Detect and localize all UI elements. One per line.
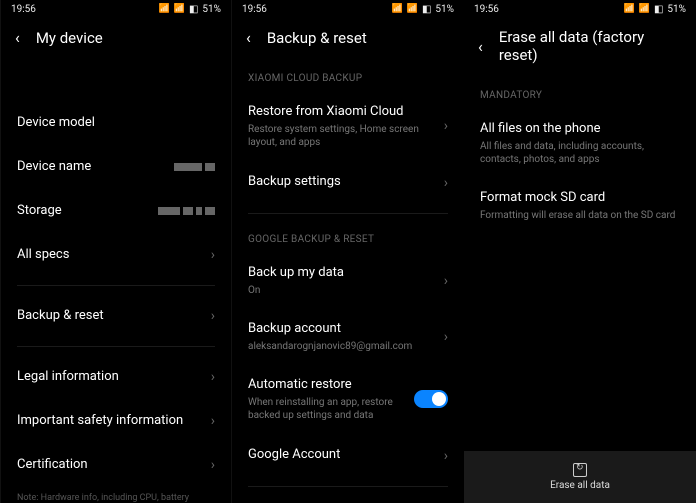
chevron-right-icon: › [444,118,448,134]
signal-icon: 📶 [159,4,170,14]
section-personal: PERSONAL DATA [248,495,448,503]
battery-icon: ◧ [189,4,198,15]
status-bar: 19:56 📶 📶 ◧ 51% [232,0,464,18]
status-time: 19:56 [474,4,499,15]
status-icons: 📶 📶 ◧ 51% [392,4,454,15]
header: ‹ Backup & reset [232,18,464,61]
erase-all-data-button[interactable]: Erase all data [464,451,696,503]
row-restore-xiaomi[interactable]: Restore from Xiaomi Cloud Restore system… [248,92,448,161]
row-google-account[interactable]: Google Account › [248,434,448,478]
page-title: Erase all data (factory reset) [499,28,682,64]
chevron-right-icon: › [444,273,448,289]
reset-icon [573,463,587,477]
status-time: 19:56 [11,4,36,15]
chevron-right-icon: › [211,457,215,473]
divider [17,285,215,286]
row-backup-reset[interactable]: Backup & reset › [17,294,215,338]
row-device-name[interactable]: Device name [17,145,215,189]
chevron-right-icon: › [211,413,215,429]
divider [17,346,215,347]
wifi-icon: 📶 [174,4,185,14]
erase-button-label: Erase all data [550,480,610,491]
status-bar: 19:56 📶 📶 ◧ 51% [464,0,696,18]
divider [248,213,448,214]
battery-percent: 51% [667,4,686,15]
row-backup-account[interactable]: Backup account aleksandarognjanovic89@gm… [248,309,448,365]
status-icons: 📶 📶 ◧ 51% [624,4,686,15]
status-icons: 📶 📶 ◧ 51% [159,4,221,15]
content: MANDATORY All files on the phone All fil… [464,78,696,503]
row-all-specs[interactable]: All specs › [17,233,215,277]
row-legal[interactable]: Legal information › [17,355,215,399]
row-format-sd: Format mock SD card Formatting will eras… [480,178,680,234]
page-title: Backup & reset [267,29,450,47]
content: Device model Device name Storage All spe… [1,61,231,503]
row-certification[interactable]: Certification › [17,443,215,487]
chevron-right-icon: › [211,369,215,385]
row-backup-settings[interactable]: Backup settings › [248,161,448,205]
row-backup-my-data[interactable]: Back up my data On › [248,253,448,309]
toggle-automatic-restore[interactable] [414,390,448,408]
footnote: Note: Hardware info, including CPU, batt… [17,487,215,503]
back-icon[interactable]: ‹ [15,28,20,47]
status-time: 19:56 [242,4,267,15]
battery-percent: 51% [435,4,454,15]
status-bar: 19:56 📶 📶 ◧ 51% [1,0,231,18]
chevron-right-icon: › [444,448,448,464]
signal-icon: 📶 [392,4,403,14]
censored-value [174,163,215,171]
section-mandatory: MANDATORY [480,78,680,109]
row-automatic-restore[interactable]: Automatic restore When reinstalling an a… [248,365,448,434]
header: ‹ My device [1,18,231,61]
back-icon[interactable]: ‹ [246,28,251,47]
chevron-right-icon: › [444,175,448,191]
content: XIAOMI CLOUD BACKUP Restore from Xiaomi … [232,61,464,503]
divider [248,486,448,487]
chevron-right-icon: › [211,308,215,324]
battery-icon: ◧ [654,4,663,15]
battery-icon: ◧ [422,4,431,15]
chevron-right-icon: › [444,329,448,345]
chevron-right-icon: › [211,247,215,263]
section-google: GOOGLE BACKUP & RESET [248,222,448,253]
wifi-icon: 📶 [407,4,418,14]
row-safety[interactable]: Important safety information › [17,399,215,443]
censored-value [158,207,215,215]
signal-icon: 📶 [624,4,635,14]
page-title: My device [36,29,217,47]
wifi-icon: 📶 [639,4,650,14]
back-icon[interactable]: ‹ [478,37,483,56]
battery-percent: 51% [202,4,221,15]
header: ‹ Erase all data (factory reset) [464,18,696,78]
screen-erase-all-data: 19:56 📶 📶 ◧ 51% ‹ Erase all data (factor… [464,0,696,503]
screen-my-device: 19:56 📶 📶 ◧ 51% ‹ My device Device model… [0,0,232,503]
row-device-model[interactable]: Device model [17,101,215,145]
screen-backup-reset: 19:56 📶 📶 ◧ 51% ‹ Backup & reset XIAOMI … [232,0,464,503]
section-xiaomi: XIAOMI CLOUD BACKUP [248,61,448,92]
row-storage[interactable]: Storage [17,189,215,233]
row-all-files: All files on the phone All files and dat… [480,109,680,178]
